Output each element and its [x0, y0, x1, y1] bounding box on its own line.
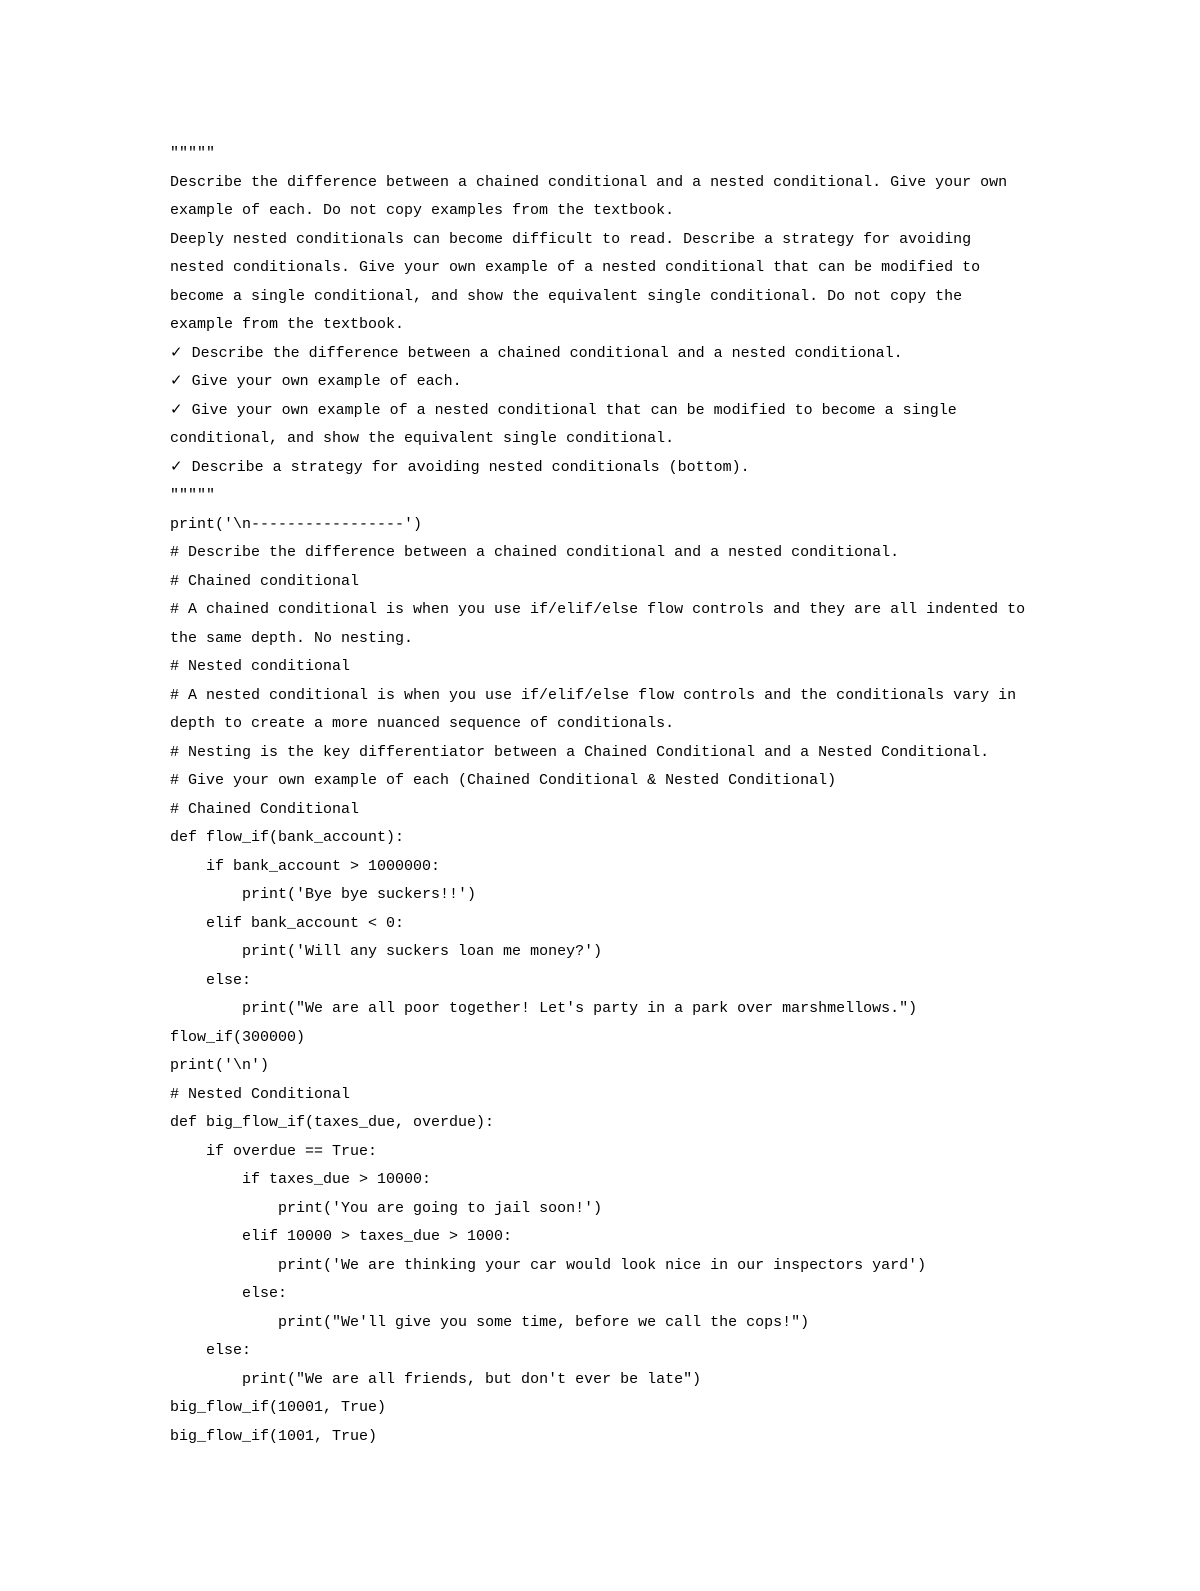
code-line: print('\n'): [170, 1052, 1030, 1081]
code-line: def big_flow_if(taxes_due, overdue):: [170, 1109, 1030, 1138]
code-line: # Chained Conditional: [170, 796, 1030, 825]
code-line: else:: [170, 967, 1030, 996]
code-line: # Chained conditional: [170, 568, 1030, 597]
code-line: else:: [170, 1280, 1030, 1309]
code-line: elif 10000 > taxes_due > 1000:: [170, 1223, 1030, 1252]
code-line: if overdue == True:: [170, 1138, 1030, 1167]
code-line: # Nested Conditional: [170, 1081, 1030, 1110]
code-line: print('You are going to jail soon!'): [170, 1195, 1030, 1224]
code-line: big_flow_if(1001, True): [170, 1423, 1030, 1452]
code-line: ✓ Give your own example of a nested cond…: [170, 397, 1030, 454]
code-line: Deeply nested conditionals can become di…: [170, 226, 1030, 340]
code-line: print("We are all friends, but don't eve…: [170, 1366, 1030, 1395]
code-line: print('Bye bye suckers!!'): [170, 881, 1030, 910]
code-line: ✓ Describe a strategy for avoiding neste…: [170, 454, 1030, 483]
code-line: print('Will any suckers loan me money?'): [170, 938, 1030, 967]
code-line: """"": [170, 140, 1030, 169]
code-line: def flow_if(bank_account):: [170, 824, 1030, 853]
code-line: """"": [170, 482, 1030, 511]
code-line: # Give your own example of each (Chained…: [170, 767, 1030, 796]
code-line: if taxes_due > 10000:: [170, 1166, 1030, 1195]
code-line: # Describe the difference between a chai…: [170, 539, 1030, 568]
code-line: elif bank_account < 0:: [170, 910, 1030, 939]
code-line: print("We are all poor together! Let's p…: [170, 995, 1030, 1024]
code-line: print('We are thinking your car would lo…: [170, 1252, 1030, 1281]
code-line: if bank_account > 1000000:: [170, 853, 1030, 882]
code-line: Describe the difference between a chaine…: [170, 169, 1030, 226]
code-line: # Nesting is the key differentiator betw…: [170, 739, 1030, 768]
code-document: """""Describe the difference between a c…: [170, 140, 1030, 1451]
code-line: print("We'll give you some time, before …: [170, 1309, 1030, 1338]
code-line: print('\n-----------------'): [170, 511, 1030, 540]
code-line: flow_if(300000): [170, 1024, 1030, 1053]
code-line: else:: [170, 1337, 1030, 1366]
code-line: ✓ Give your own example of each.: [170, 368, 1030, 397]
code-line: ✓ Describe the difference between a chai…: [170, 340, 1030, 369]
code-line: # A chained conditional is when you use …: [170, 596, 1030, 653]
code-line: # Nested conditional: [170, 653, 1030, 682]
code-line: # A nested conditional is when you use i…: [170, 682, 1030, 739]
code-line: big_flow_if(10001, True): [170, 1394, 1030, 1423]
